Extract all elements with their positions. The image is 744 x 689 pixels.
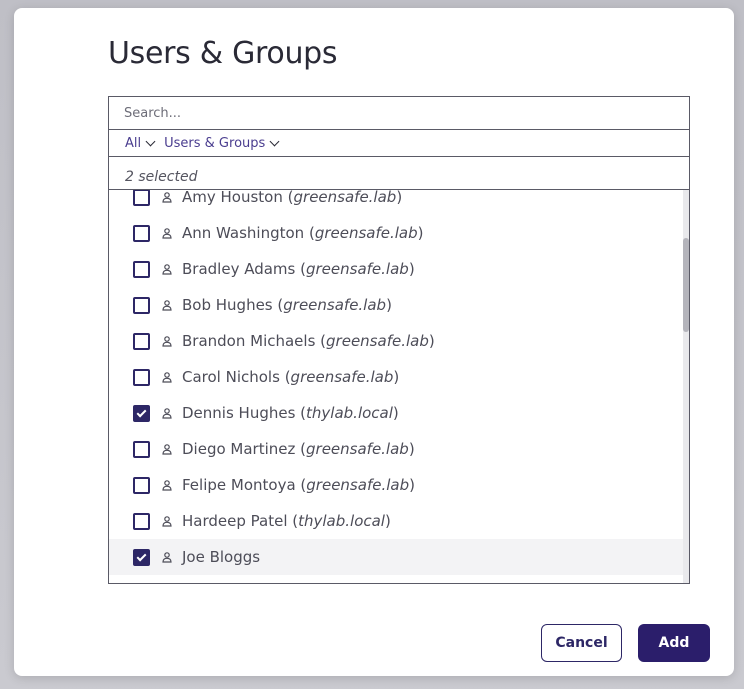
item-domain: thylab.local — [298, 512, 385, 530]
user-icon — [161, 443, 173, 455]
user-icon — [161, 191, 173, 203]
item-domain: greensafe.lab — [293, 190, 397, 206]
item-checkbox[interactable] — [133, 368, 150, 386]
list-item[interactable]: Ann Washington (greensafe.lab) — [109, 215, 683, 251]
item-label: Diego Martinez (greensafe.lab) — [182, 440, 415, 458]
item-name: Brandon Michaels — [182, 332, 316, 350]
item-name: Ann Washington — [182, 224, 305, 242]
item-checkbox[interactable] — [133, 296, 150, 314]
item-domain: greensafe.lab — [306, 476, 410, 494]
user-icon — [161, 407, 173, 419]
item-checkbox[interactable] — [133, 548, 150, 566]
item-label: Carol Nichols (greensafe.lab) — [182, 368, 400, 386]
chevron-down-icon — [269, 136, 280, 146]
item-domain: greensafe.lab — [305, 260, 409, 278]
item-label: Ann Washington (greensafe.lab) — [182, 224, 424, 242]
item-label: Amy Houston (greensafe.lab) — [182, 190, 403, 206]
item-label: Bradley Adams (greensafe.lab) — [182, 260, 415, 278]
user-icon — [161, 299, 173, 311]
item-label: Brandon Michaels (greensafe.lab) — [182, 332, 435, 350]
user-icon — [161, 371, 173, 383]
item-checkbox[interactable] — [133, 440, 150, 458]
list-item[interactable]: Joe Bloggs — [109, 539, 683, 575]
item-name: Amy Houston — [182, 190, 283, 206]
item-domain: greensafe.lab — [283, 296, 387, 314]
add-button[interactable]: Add — [638, 624, 710, 662]
scope-filter-dropdown[interactable]: All — [125, 135, 156, 151]
item-name: Dennis Hughes — [182, 404, 296, 422]
results-list: Amy Houston (greensafe.lab) Ann Washingto… — [109, 190, 689, 583]
user-icon — [161, 227, 173, 239]
list-item[interactable]: Carol Nichols (greensafe.lab) — [109, 359, 683, 395]
list-item[interactable]: Bob Hughes (greensafe.lab) — [109, 287, 683, 323]
chevron-down-icon — [145, 136, 156, 146]
item-name: Carol Nichols — [182, 368, 280, 386]
item-label: Joe Bloggs — [182, 548, 260, 566]
users-groups-dialog: Users & Groups All Users & Groups 2 sele… — [14, 8, 734, 676]
list-item[interactable]: Amy Houston (greensafe.lab) — [109, 190, 683, 215]
item-checkbox[interactable] — [133, 404, 150, 422]
item-checkbox[interactable] — [133, 190, 150, 206]
item-label: Hardeep Patel (thylab.local) — [182, 512, 391, 530]
item-checkbox[interactable] — [133, 476, 150, 494]
list-scrollbar[interactable] — [683, 190, 689, 583]
scope-filter-label: All — [125, 135, 142, 151]
user-icon — [161, 263, 173, 275]
user-group-picker: All Users & Groups 2 selected Amy Housto… — [108, 96, 690, 584]
cancel-button[interactable]: Cancel — [541, 624, 622, 662]
list-item[interactable]: Hardeep Patel (thylab.local) — [109, 503, 683, 539]
item-domain: greensafe.lab — [314, 224, 418, 242]
user-icon — [161, 335, 173, 347]
user-icon — [161, 551, 173, 563]
type-filter-dropdown[interactable]: Users & Groups — [164, 135, 280, 151]
item-name: Diego Martinez — [182, 440, 296, 458]
item-name: Joe Bloggs — [182, 548, 261, 566]
user-icon — [161, 515, 173, 527]
item-label: Bob Hughes (greensafe.lab) — [182, 296, 392, 314]
user-icon — [161, 479, 173, 491]
list-item[interactable]: Brandon Michaels (greensafe.lab) — [109, 323, 683, 359]
item-domain: thylab.local — [306, 404, 393, 422]
dialog-title: Users & Groups — [108, 36, 338, 71]
list-item[interactable]: Felipe Montoya (greensafe.lab) — [109, 467, 683, 503]
item-checkbox[interactable] — [133, 332, 150, 350]
filter-bar: All Users & Groups — [109, 130, 689, 157]
search-input[interactable] — [109, 97, 689, 130]
item-label: Felipe Montoya (greensafe.lab) — [182, 476, 415, 494]
item-domain: greensafe.lab — [326, 332, 429, 350]
item-name: Bob Hughes — [182, 296, 273, 314]
item-name: Bradley Adams — [182, 260, 296, 278]
scrollbar-thumb[interactable] — [683, 238, 689, 332]
type-filter-label: Users & Groups — [164, 135, 266, 151]
selected-count: 2 selected — [109, 157, 689, 190]
item-label: Dennis Hughes (thylab.local) — [182, 404, 399, 422]
item-name: Hardeep Patel — [182, 512, 288, 530]
item-checkbox[interactable] — [133, 224, 150, 242]
item-checkbox[interactable] — [133, 512, 150, 530]
list-item[interactable]: Bradley Adams (greensafe.lab) — [109, 251, 683, 287]
item-domain: greensafe.lab — [290, 368, 394, 386]
item-checkbox[interactable] — [133, 260, 150, 278]
list-item[interactable]: Diego Martinez (greensafe.lab) — [109, 431, 683, 467]
list-item[interactable]: Dennis Hughes (thylab.local) — [109, 395, 683, 431]
item-domain: greensafe.lab — [306, 440, 409, 458]
item-name: Felipe Montoya — [182, 476, 296, 494]
